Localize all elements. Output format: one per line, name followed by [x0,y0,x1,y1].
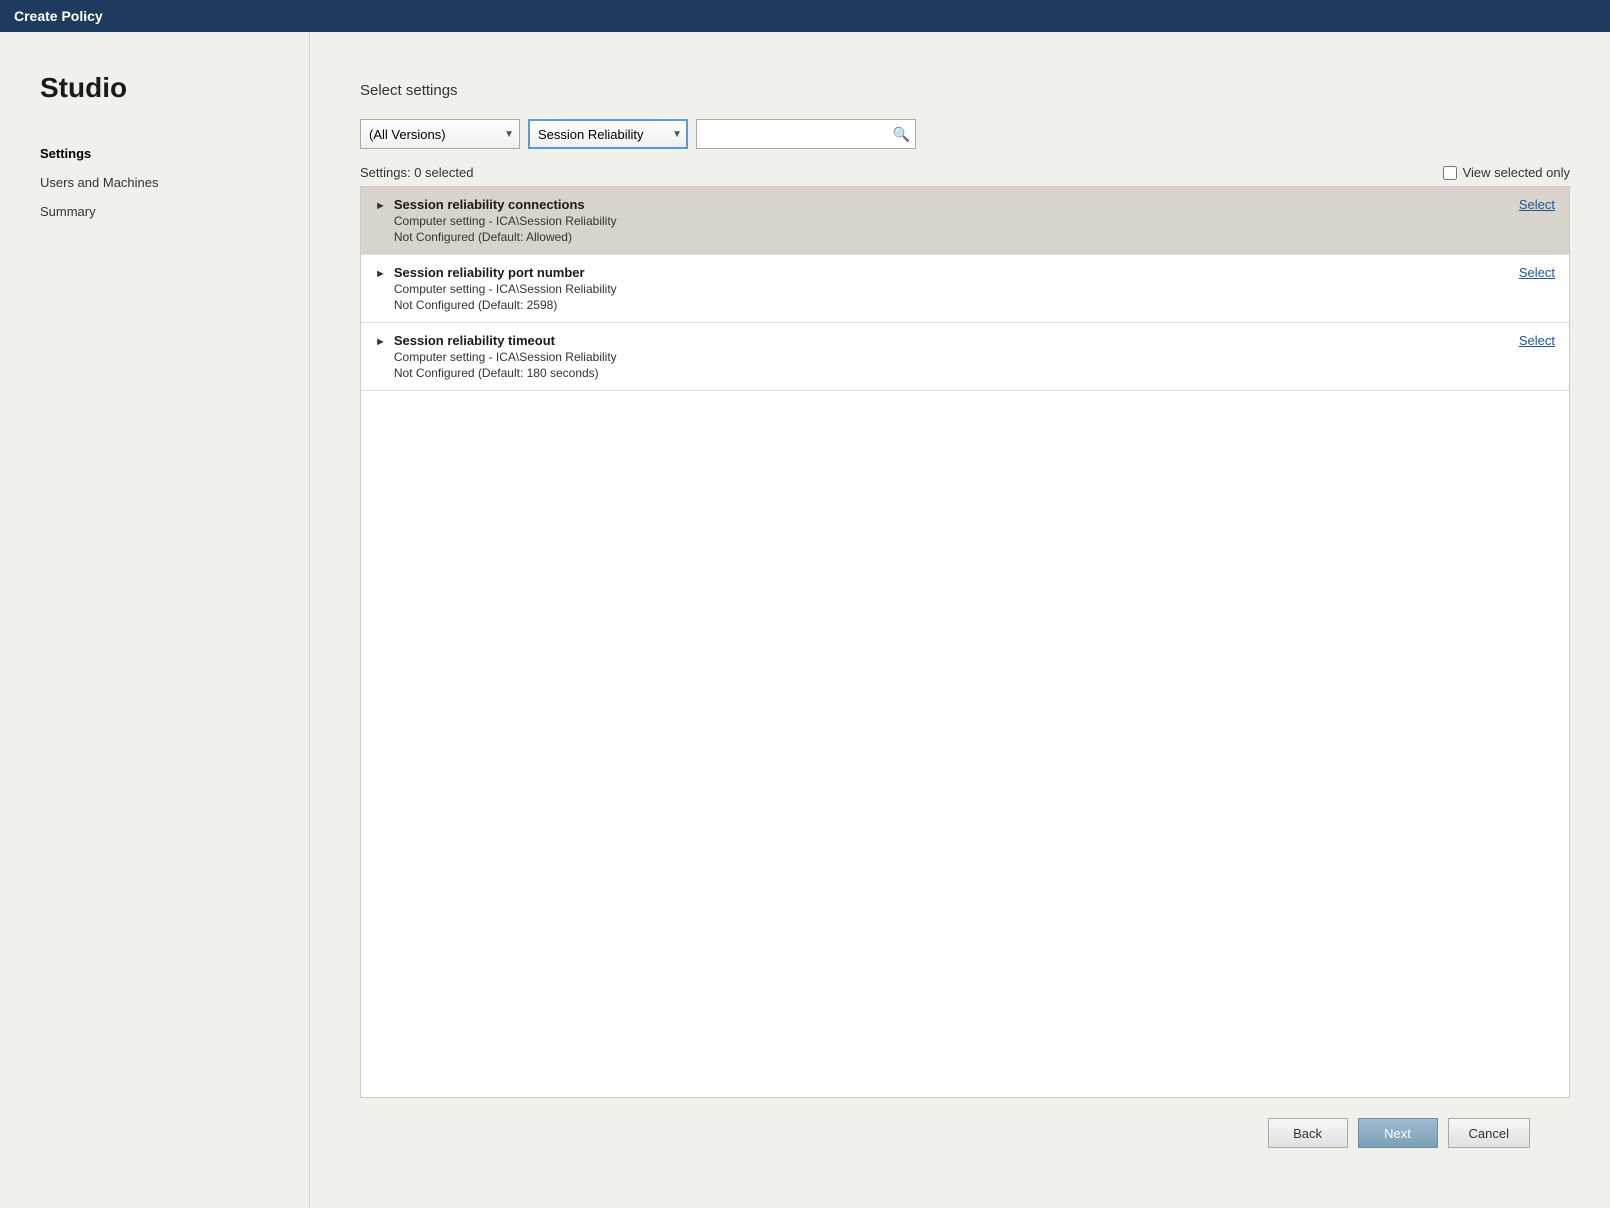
section-title: Select settings [360,82,1570,99]
setting-status-timeout: Not Configured (Default: 180 seconds) [394,366,617,380]
next-button[interactable]: Next [1358,1118,1438,1148]
expand-arrow-connections[interactable]: ► [375,200,386,212]
expand-arrow-timeout[interactable]: ► [375,336,386,348]
select-link-timeout[interactable]: Select [1519,333,1555,348]
setting-status-port: Not Configured (Default: 2598) [394,298,617,312]
view-selected-checkbox[interactable] [1443,166,1457,180]
sidebar: Studio Settings Users and Machines Summa… [0,32,310,1208]
view-selected-label: View selected only [1463,165,1570,180]
cancel-button[interactable]: Cancel [1448,1118,1530,1148]
select-link-port[interactable]: Select [1519,265,1555,280]
content-area: Select settings (All Versions)XenApp 7.6… [310,32,1610,1208]
settings-list: ► Session reliability connections Comput… [360,186,1570,1098]
setting-name-port: Session reliability port number [394,265,617,280]
sidebar-item-users-machines[interactable]: Users and Machines [40,173,279,192]
setting-status-connections: Not Configured (Default: Allowed) [394,230,617,244]
setting-item-left-timeout: ► Session reliability timeout Computer s… [375,333,1503,380]
filter-row: (All Versions)XenApp 7.6XenDesktop 7.6 ▼… [360,119,1570,149]
setting-content-port: Session reliability port number Computer… [394,265,617,312]
select-link-connections[interactable]: Select [1519,197,1555,212]
setting-item-left-connections: ► Session reliability connections Comput… [375,197,1503,244]
version-dropdown-wrapper: (All Versions)XenApp 7.6XenDesktop 7.6 ▼ [360,119,520,149]
window-title: Create Policy [14,8,103,24]
version-dropdown[interactable]: (All Versions)XenApp 7.6XenDesktop 7.6 [360,119,520,149]
sidebar-nav: Settings Users and Machines Summary [40,144,279,221]
setting-content-timeout: Session reliability timeout Computer set… [394,333,617,380]
back-button[interactable]: Back [1268,1118,1348,1148]
bottom-bar: Back Next Cancel [360,1098,1570,1178]
search-input[interactable] [696,119,916,149]
setting-item-timeout: ► Session reliability timeout Computer s… [361,323,1569,391]
setting-desc-timeout: Computer setting - ICA\Session Reliabili… [394,350,617,364]
setting-name-connections: Session reliability connections [394,197,617,212]
setting-item-connections: ► Session reliability connections Comput… [361,187,1569,255]
main-container: Studio Settings Users and Machines Summa… [0,32,1610,1208]
settings-count: Settings: 0 selected [360,165,473,180]
setting-desc-connections: Computer setting - ICA\Session Reliabili… [394,214,617,228]
setting-name-timeout: Session reliability timeout [394,333,617,348]
settings-info-row: Settings: 0 selected View selected only [360,165,1570,180]
setting-content-connections: Session reliability connections Computer… [394,197,617,244]
setting-item-port: ► Session reliability port number Comput… [361,255,1569,323]
title-bar: Create Policy [0,0,1610,32]
view-selected-only-container: View selected only [1443,165,1570,180]
category-dropdown-wrapper: Session ReliabilityICAAll ▼ [528,119,688,149]
expand-arrow-port[interactable]: ► [375,268,386,280]
sidebar-item-summary[interactable]: Summary [40,202,279,221]
app-name: Studio [40,72,279,104]
sidebar-item-settings[interactable]: Settings [40,144,279,163]
search-wrapper: 🔍 [696,119,916,149]
category-dropdown[interactable]: Session ReliabilityICAAll [528,119,688,149]
setting-item-left-port: ► Session reliability port number Comput… [375,265,1503,312]
setting-desc-port: Computer setting - ICA\Session Reliabili… [394,282,617,296]
